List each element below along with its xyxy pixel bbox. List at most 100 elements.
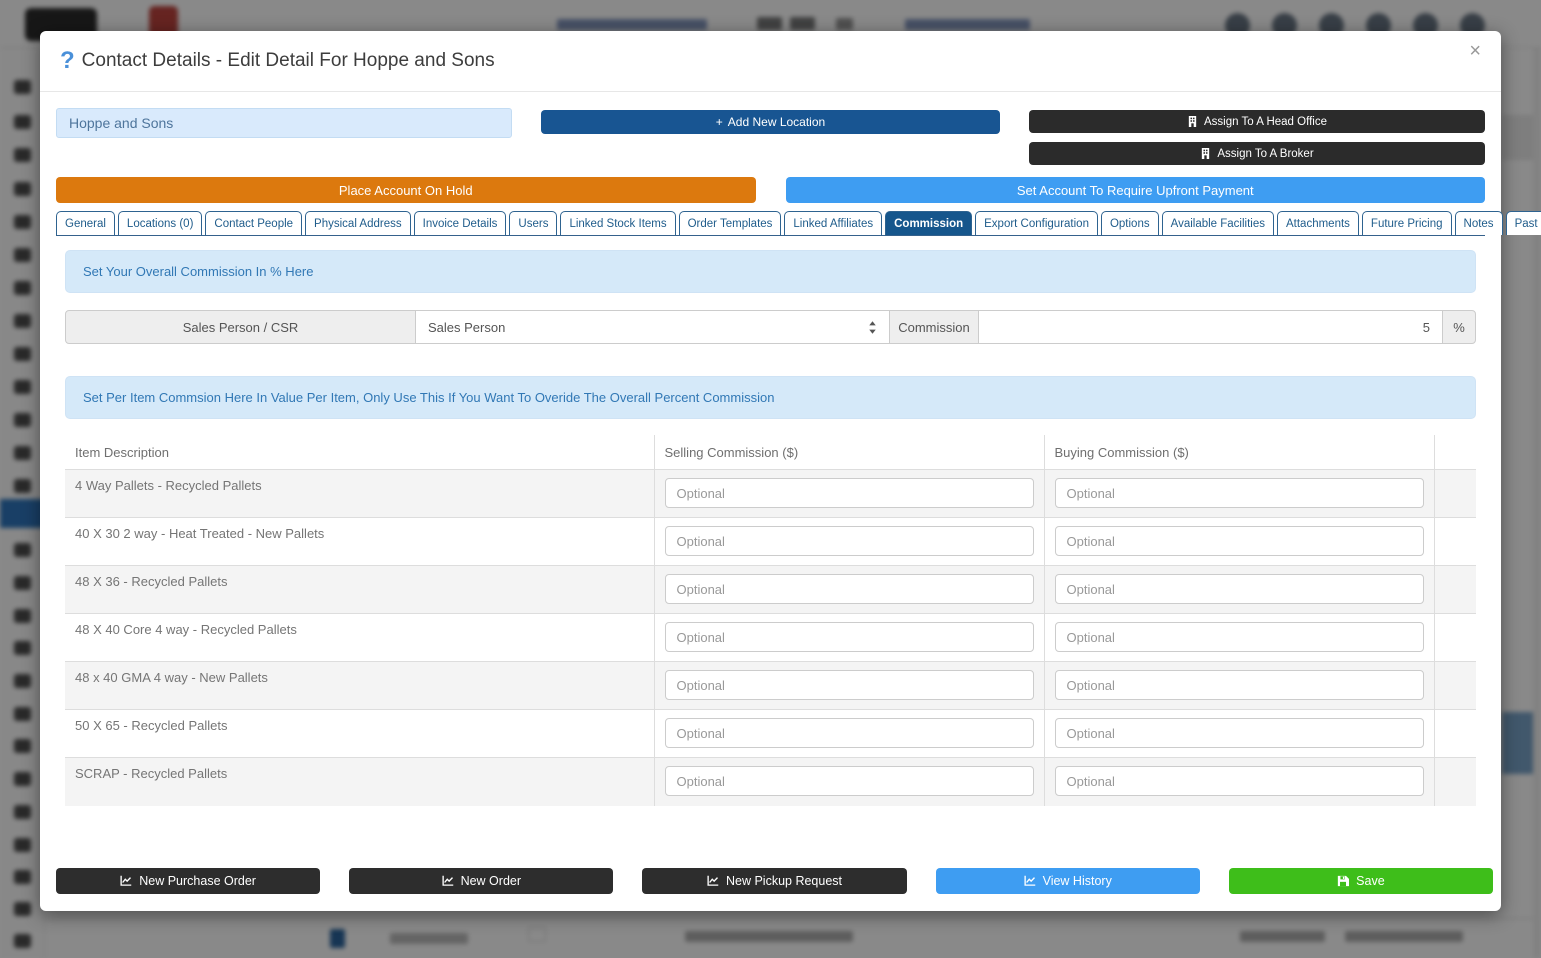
item-description: 48 x 40 GMA 4 way - New Pallets — [65, 661, 654, 710]
assign-broker-label: Assign To A Broker — [1217, 147, 1314, 160]
account-name-input[interactable] — [56, 108, 512, 138]
buying-commission-input[interactable] — [1054, 670, 1424, 700]
overall-commission-group: Sales Person / CSR Sales Person Commissi… — [65, 310, 1476, 344]
row-extra-cell — [1433, 757, 1476, 806]
col-selling-commission: Selling Commission ($) — [653, 435, 1044, 470]
buying-commission-input[interactable] — [1054, 622, 1424, 652]
selling-commission-cell — [653, 661, 1044, 710]
selling-commission-input[interactable] — [664, 526, 1034, 556]
assign-head-office-label: Assign To A Head Office — [1204, 115, 1327, 128]
item-row: 48 X 36 - Recycled Pallets — [65, 565, 1476, 614]
tab-options[interactable]: Options — [1100, 211, 1159, 235]
assign-head-office-button[interactable]: Assign To A Head Office — [1029, 110, 1485, 133]
top-action-row: + Add New Location Assign To A Head Offi… — [56, 108, 1485, 165]
account-status-row: Place Account On Hold Set Account To Req… — [56, 177, 1485, 203]
item-row: SCRAP - Recycled Pallets — [65, 757, 1476, 806]
tab-general[interactable]: General — [56, 211, 115, 235]
tab-contact-people[interactable]: Contact People — [205, 211, 303, 235]
selling-commission-input[interactable] — [664, 766, 1034, 796]
item-table-body: 4 Way Pallets - Recycled Pallets 40 X 30 … — [65, 469, 1476, 806]
row-extra-cell — [1433, 517, 1476, 566]
selling-commission-input[interactable] — [664, 718, 1034, 748]
save-label: Save — [1356, 874, 1385, 888]
col-item-description: Item Description — [65, 435, 654, 470]
new-order-button[interactable]: New Order — [349, 868, 614, 894]
tab-commission[interactable]: Commission — [885, 211, 973, 235]
item-row: 4 Way Pallets - Recycled Pallets — [65, 469, 1476, 518]
view-history-button[interactable]: View History — [935, 868, 1200, 894]
row-extra-cell — [1433, 709, 1476, 758]
tab-locations-0[interactable]: Locations (0) — [117, 211, 203, 235]
row-extra-cell — [1433, 469, 1476, 518]
new-purchase-order-label: New Purchase Order — [139, 874, 256, 888]
help-icon: ? — [60, 47, 75, 74]
modal-title: Contact Details - Edit Detail For Hoppe … — [81, 50, 495, 71]
buying-commission-input[interactable] — [1054, 718, 1424, 748]
buying-commission-input[interactable] — [1054, 766, 1424, 796]
tab-linked-stock-items[interactable]: Linked Stock Items — [560, 211, 676, 235]
selling-commission-input[interactable] — [664, 670, 1034, 700]
chart-line-icon — [442, 875, 453, 886]
tab-physical-address[interactable]: Physical Address — [305, 211, 411, 235]
item-commission-table: Item Description Selling Commission ($) … — [65, 435, 1476, 806]
modal-body: + Add New Location Assign To A Head Offi… — [40, 92, 1541, 822]
tab-past-due-payments[interactable]: Past Due Payments — [1505, 211, 1541, 235]
selling-commission-input[interactable] — [664, 622, 1034, 652]
modal-header: ? Contact Details - Edit Detail For Hopp… — [40, 31, 1501, 92]
tab-bar: General Locations (0) Contact People Physic… — [56, 211, 1541, 236]
buying-commission-input[interactable] — [1054, 574, 1424, 604]
col-extra — [1433, 435, 1476, 470]
item-description: 40 X 30 2 way - Heat Treated - New Palle… — [65, 517, 654, 566]
selling-commission-cell — [653, 517, 1044, 566]
contact-details-modal: ? Contact Details - Edit Detail For Hopp… — [40, 31, 1541, 911]
sales-person-csr-label: Sales Person / CSR — [65, 310, 416, 344]
tab-future-pricing[interactable]: Future Pricing — [1361, 211, 1452, 235]
save-icon — [1338, 875, 1350, 887]
selling-commission-cell — [653, 469, 1044, 518]
place-account-on-hold-button[interactable]: Place Account On Hold — [56, 177, 756, 203]
new-pickup-request-button[interactable]: New Pickup Request — [642, 868, 907, 894]
chart-line-icon — [120, 875, 132, 886]
item-description: SCRAP - Recycled Pallets — [65, 757, 654, 806]
selling-commission-cell — [653, 709, 1044, 758]
item-commission-table-wrap: Item Description Selling Commission ($) … — [65, 435, 1476, 806]
close-icon[interactable]: × — [1469, 41, 1481, 61]
buying-commission-cell — [1043, 565, 1434, 614]
select-caret-icon — [869, 320, 876, 334]
selling-commission-cell — [653, 757, 1044, 806]
tab-order-templates[interactable]: Order Templates — [678, 211, 782, 235]
require-upfront-payment-button[interactable]: Set Account To Require Upfront Payment — [785, 177, 1485, 203]
add-new-location-button[interactable]: + Add New Location — [541, 110, 1000, 134]
selling-commission-input[interactable] — [664, 478, 1034, 508]
tab-invoice-details[interactable]: Invoice Details — [413, 211, 507, 235]
new-purchase-order-button[interactable]: New Purchase Order — [56, 868, 321, 894]
sales-person-select[interactable]: Sales Person — [415, 310, 890, 344]
new-pickup-request-label: New Pickup Request — [725, 874, 843, 888]
buying-commission-input[interactable] — [1054, 478, 1424, 508]
selling-commission-cell — [653, 565, 1044, 614]
new-order-label: New Order — [460, 874, 522, 888]
item-row: 40 X 30 2 way - Heat Treated - New Palle… — [65, 517, 1476, 566]
add-new-location-label: Add New Location — [727, 115, 826, 129]
row-extra-cell — [1433, 565, 1476, 614]
commission-percent-input[interactable] — [978, 310, 1443, 344]
item-description: 50 X 65 - Recycled Pallets — [65, 709, 654, 758]
assign-broker-button[interactable]: Assign To A Broker — [1029, 142, 1485, 165]
plus-icon: + — [715, 115, 723, 129]
item-description: 48 X 36 - Recycled Pallets — [65, 565, 654, 614]
tab-export-configuration[interactable]: Export Configuration — [975, 211, 1098, 235]
assign-column: Assign To A Head Office Assign To A Brok… — [1029, 110, 1485, 165]
tab-attachments[interactable]: Attachments — [1277, 211, 1359, 235]
tab-users[interactable]: Users — [509, 211, 558, 235]
item-row: 50 X 65 - Recycled Pallets — [65, 709, 1476, 758]
item-description: 4 Way Pallets - Recycled Pallets — [75, 478, 262, 493]
save-button[interactable]: Save — [1228, 868, 1494, 894]
col-buying-commission: Buying Commission ($) — [1043, 435, 1434, 470]
tab-notes[interactable]: Notes — [1454, 211, 1503, 235]
tab-available-facilities[interactable]: Available Facilities — [1161, 211, 1274, 235]
item-table-head: Item Description Selling Commission ($) … — [65, 435, 1476, 470]
chart-line-icon — [707, 875, 719, 886]
selling-commission-input[interactable] — [664, 574, 1034, 604]
tab-linked-affiliates[interactable]: Linked Affiliates — [784, 211, 883, 235]
buying-commission-input[interactable] — [1054, 526, 1424, 556]
